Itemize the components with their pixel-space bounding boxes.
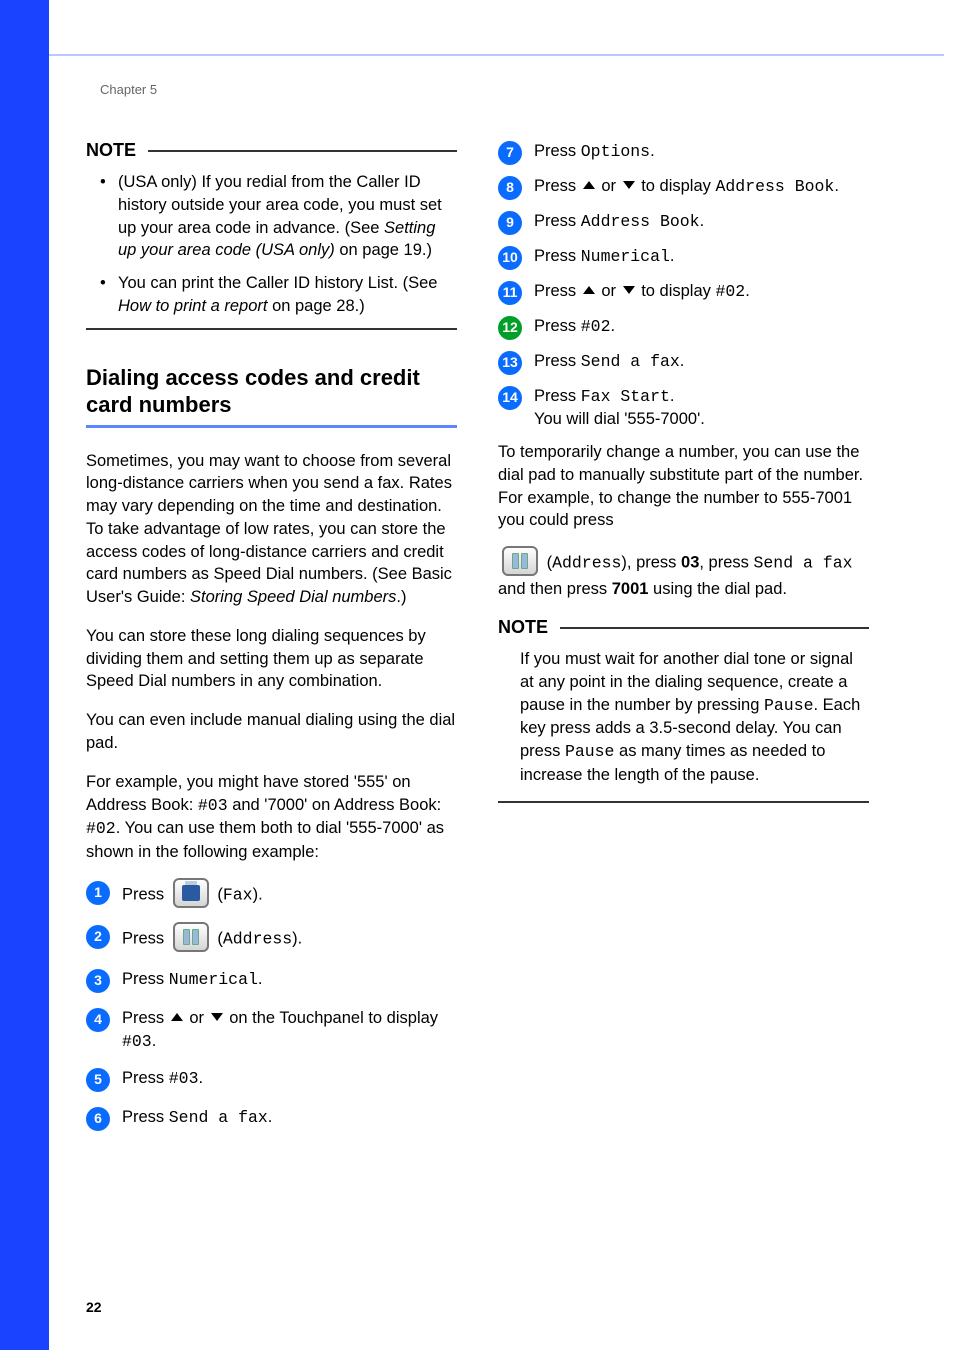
left-column: NOTE (USA only) If you redial from the C… bbox=[86, 140, 457, 1145]
note2-end-rule bbox=[498, 801, 869, 803]
page-number: 22 bbox=[86, 1299, 102, 1315]
note-item-2: You can print the Caller ID history List… bbox=[104, 272, 457, 318]
step-11: 11 Press or to display #02. bbox=[498, 280, 869, 305]
step-number-4: 4 bbox=[86, 1008, 110, 1032]
note-heading-text: NOTE bbox=[86, 140, 136, 161]
step-number-14: 14 bbox=[498, 386, 522, 410]
fax-icon bbox=[173, 878, 209, 908]
para-3: You can even include manual dialing usin… bbox=[86, 709, 457, 755]
step-number-8: 8 bbox=[498, 176, 522, 200]
address-icon bbox=[502, 546, 538, 576]
tail-para-2: (Address), press 03, press Send a fax an… bbox=[498, 548, 869, 601]
para-4: For example, you might have stored '555'… bbox=[86, 771, 457, 864]
chapter-label: Chapter 5 bbox=[100, 82, 157, 97]
chevron-up-icon bbox=[583, 181, 595, 189]
address-icon bbox=[173, 922, 209, 952]
chevron-down-icon bbox=[211, 1013, 223, 1021]
step-number-9: 9 bbox=[498, 211, 522, 235]
note2-heading-text: NOTE bbox=[498, 617, 548, 638]
step-number-3: 3 bbox=[86, 969, 110, 993]
step-number-1: 1 bbox=[86, 881, 110, 905]
step-number-13: 13 bbox=[498, 351, 522, 375]
side-stripe bbox=[0, 0, 49, 1350]
step-2: 2 Press (Address). bbox=[86, 924, 457, 954]
chevron-down-icon bbox=[623, 181, 635, 189]
note-item-1: (USA only) If you redial from the Caller… bbox=[104, 171, 457, 262]
note-end-rule bbox=[86, 328, 457, 330]
para-1: Sometimes, you may want to choose from s… bbox=[86, 450, 457, 609]
chevron-down-icon bbox=[623, 286, 635, 294]
note2-heading: NOTE bbox=[498, 617, 869, 638]
note-heading-rule bbox=[148, 150, 457, 152]
step-number-10: 10 bbox=[498, 246, 522, 270]
step-5: 5 Press #03. bbox=[86, 1067, 457, 1092]
step-3: 3 Press Numerical. bbox=[86, 968, 457, 993]
step-number-12: 12 bbox=[498, 316, 522, 340]
step-number-6: 6 bbox=[86, 1107, 110, 1131]
note-list: (USA only) If you redial from the Caller… bbox=[86, 171, 457, 318]
step-number-5: 5 bbox=[86, 1068, 110, 1092]
step-number-7: 7 bbox=[498, 141, 522, 165]
tail-para: To temporarily change a number, you can … bbox=[498, 441, 869, 532]
top-margin bbox=[49, 0, 954, 54]
step-6: 6 Press Send a fax. bbox=[86, 1106, 457, 1131]
note-heading: NOTE bbox=[86, 140, 457, 161]
step-13: 13 Press Send a fax. bbox=[498, 350, 869, 375]
para-2: You can store these long dialing sequenc… bbox=[86, 625, 457, 693]
section-heading: Dialing access codes and credit card num… bbox=[86, 364, 457, 419]
step-10: 10 Press Numerical. bbox=[498, 245, 869, 270]
step-1: 1 Press (Fax). bbox=[86, 880, 457, 910]
step-14: 14 Press Fax Start. You will dial '555-7… bbox=[498, 385, 869, 431]
step-9: 9 Press Address Book. bbox=[498, 210, 869, 235]
header-rule bbox=[49, 54, 944, 56]
chevron-up-icon bbox=[583, 286, 595, 294]
note2-heading-rule bbox=[560, 627, 869, 629]
step-7: 7 Press Options. bbox=[498, 140, 869, 165]
right-column: 7 Press Options. 8 Press or to display A… bbox=[498, 140, 869, 803]
note2-body: If you must wait for another dial tone o… bbox=[498, 648, 869, 787]
step-4: 4 Press or on the Touchpanel to display … bbox=[86, 1007, 457, 1053]
step-12: 12 Press #02. bbox=[498, 315, 869, 340]
step-number-2: 2 bbox=[86, 925, 110, 949]
step-8: 8 Press or to display Address Book. bbox=[498, 175, 869, 200]
section-rule bbox=[86, 425, 457, 428]
chevron-up-icon bbox=[171, 1013, 183, 1021]
step-number-11: 11 bbox=[498, 281, 522, 305]
